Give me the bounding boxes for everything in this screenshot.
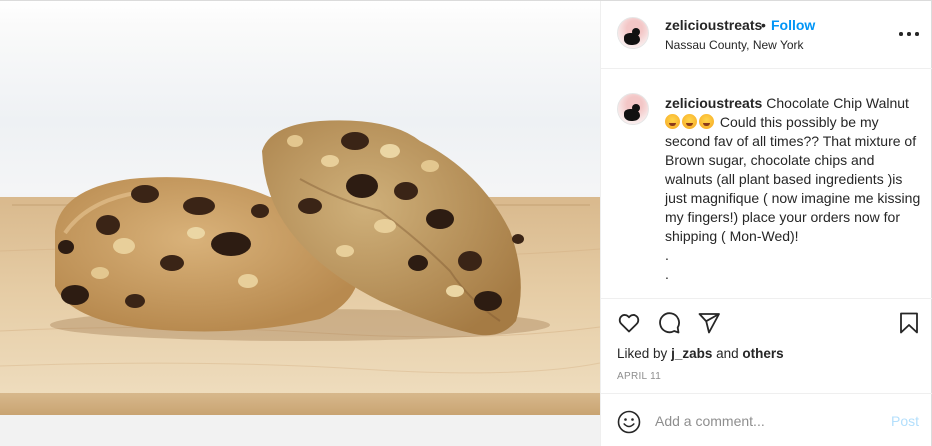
location-link[interactable]: Nassau County, New York [665,38,804,52]
post-side-panel: zelicioustreats • Follow Nassau County, … [600,1,932,446]
liked-by: Liked by j_zabs and others [617,346,784,361]
post-comment-button[interactable]: Post [891,413,919,429]
comment-box: Post [601,393,932,446]
comment-icon[interactable] [657,311,681,335]
caption-avatar[interactable] [617,93,649,125]
post-header: zelicioustreats • Follow Nassau County, … [601,1,932,69]
comment-input[interactable] [655,411,875,431]
bookmark-icon[interactable] [897,311,921,335]
liked-by-prefix: Liked by [617,346,668,361]
instagram-post: zelicioustreats • Follow Nassau County, … [0,0,932,446]
post-date[interactable]: APRIL 11 [617,371,661,382]
send-icon[interactable] [697,311,721,335]
follow-button[interactable]: Follow [771,17,815,33]
caption-body: Could this possibly be my second fav of … [665,114,921,282]
heart-icon[interactable] [617,311,641,335]
cookie-photo [0,120,600,446]
yum-emoji-icon [699,114,714,129]
avatar[interactable] [617,17,649,49]
post-caption: zelicioustreats Chocolate Chip Walnut Cou… [601,70,932,298]
post-photo[interactable] [0,1,600,446]
liked-by-and: and [716,346,739,361]
liked-by-user-link[interactable]: j_zabs [671,346,712,361]
smile-emoji-icon [682,114,697,129]
header-separator: • [761,17,766,33]
caption-text: zelicioustreats Chocolate Chip Walnut Cou… [665,94,921,284]
liked-by-others-link[interactable]: others [742,346,783,361]
header-username[interactable]: zelicioustreats [665,17,762,33]
more-horizontal-icon[interactable] [897,23,921,43]
caption-title: Chocolate Chip Walnut [766,95,909,111]
smile-icon[interactable] [617,410,641,434]
yum-emoji-icon [665,114,680,129]
caption-username[interactable]: zelicioustreats [665,95,762,111]
